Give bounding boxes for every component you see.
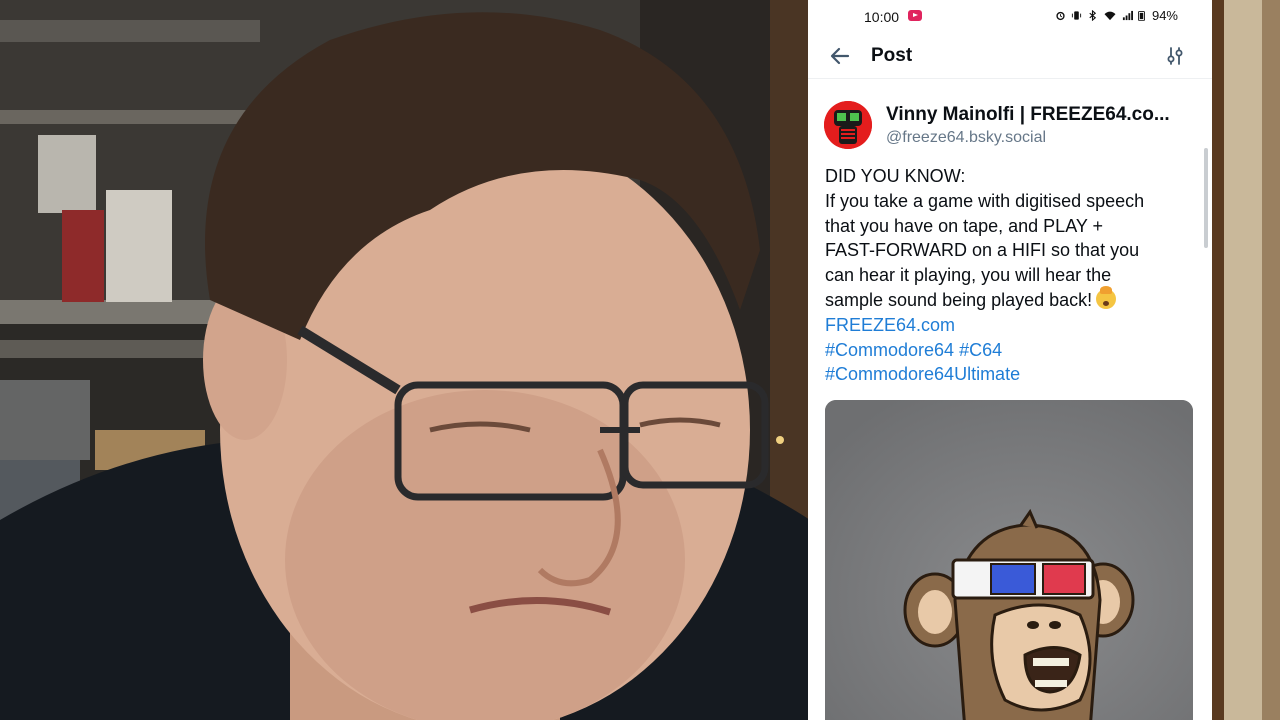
- battery-percentage: 94%: [1151, 8, 1178, 23]
- wifi-icon: [1104, 11, 1116, 21]
- post-text-line: sample sound being played back!: [825, 289, 1093, 310]
- status-time: 10:00: [864, 9, 900, 25]
- system-icons: 94%: [1055, 8, 1178, 23]
- background-wall: [1212, 0, 1280, 720]
- hashtags-link[interactable]: #Commodore64 #C64: [825, 338, 1197, 363]
- phone-screen: 10:00 94% Post Vinny Mainolfi | FREEZE64…: [808, 0, 1212, 720]
- c64-logo-avatar-image: [824, 101, 872, 149]
- author-handle[interactable]: @freeze64.bsky.social: [886, 129, 1046, 147]
- exploding-head-emoji-icon: [1096, 285, 1117, 309]
- author-name[interactable]: Vinny Mainolfi | FREEZE64.co...: [886, 104, 1186, 126]
- battery-icon: [1137, 11, 1145, 21]
- alarm-icon: [1056, 11, 1065, 21]
- post-thread-item: Vinny Mainolfi | FREEZE64.co... @freeze6…: [808, 78, 1212, 720]
- post-body: DID YOU KNOW: If you take a game with di…: [825, 164, 1197, 387]
- post-text-line: If you take a game with digitised speech: [825, 190, 1145, 211]
- scrollbar[interactable]: [1204, 148, 1208, 248]
- sliders-icon[interactable]: [1164, 45, 1186, 67]
- cartoon-ape-3d-glasses-image: [825, 400, 1193, 720]
- bluetooth-icon: [1089, 10, 1097, 21]
- post-header: Post: [808, 34, 1212, 79]
- hashtag-link[interactable]: #Commodore64Ultimate: [825, 362, 1197, 387]
- post-text-line: that you have on tape, and PLAY +: [825, 215, 1104, 236]
- post-text-line-with-emoji: sample sound being played back!: [825, 285, 1197, 313]
- website-link[interactable]: FREEZE64.com: [825, 313, 1197, 338]
- arrow-left-icon[interactable]: [828, 44, 852, 68]
- post-text-line: FAST-FORWARD on a HIFI so that you: [825, 240, 1140, 261]
- post-text-line: DID YOU KNOW:: [825, 166, 966, 186]
- youtube-notification-icon: [908, 10, 922, 21]
- status-bar: 10:00 94%: [808, 0, 1212, 34]
- vibrate-icon: [1071, 11, 1082, 20]
- author-avatar[interactable]: [824, 101, 872, 149]
- cellular-signal-icon: [1122, 10, 1133, 21]
- post-image[interactable]: [825, 400, 1193, 720]
- post-text-line: can hear it playing, you will hear the: [825, 265, 1112, 286]
- page-title: Post: [871, 45, 913, 66]
